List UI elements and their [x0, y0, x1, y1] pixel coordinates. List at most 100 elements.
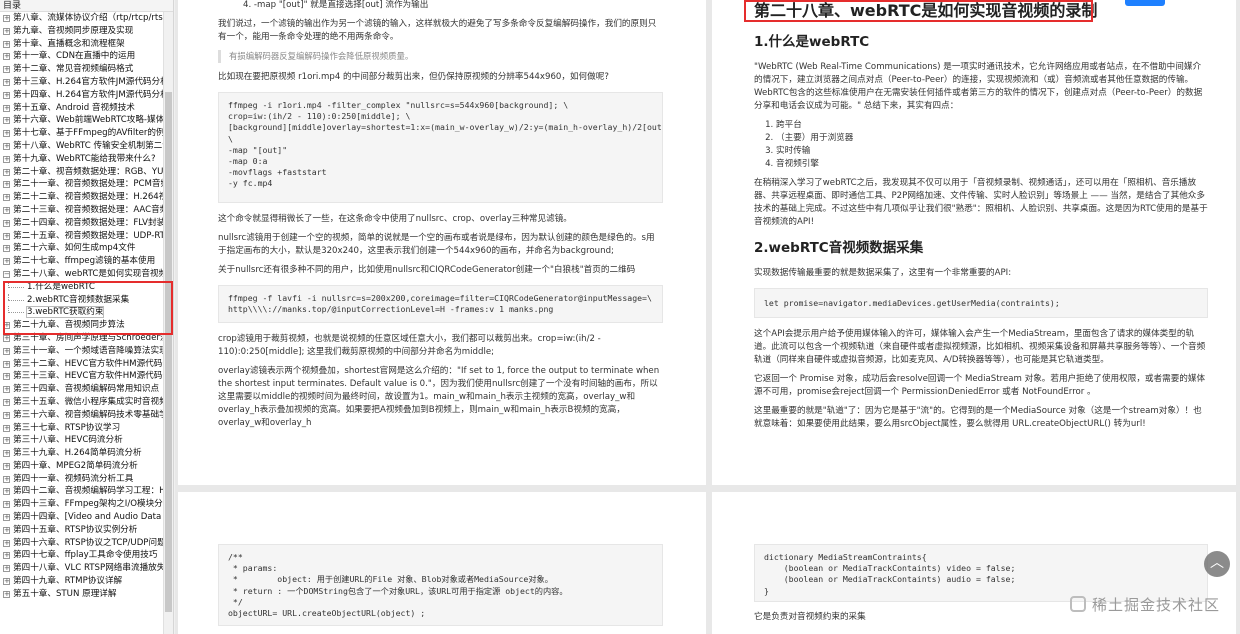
toc-item[interactable]: + 第三十九章、H.264简单码流分析	[0, 447, 163, 460]
expand-icon[interactable]: +	[3, 526, 10, 534]
expand-icon[interactable]: +	[3, 450, 10, 458]
toc-subitem[interactable]: 3.webRTC获取约束	[0, 306, 163, 319]
toc-item[interactable]: + 第四十章、MPEG2简单码流分析	[0, 460, 163, 473]
share-button[interactable]	[1125, 0, 1165, 6]
expand-icon[interactable]: +	[3, 117, 10, 125]
toc-item[interactable]: + 第二十一章、视音频数据处理：PCM音频	[0, 178, 163, 191]
toc-subitem[interactable]: 2.webRTC音视频数据采集	[0, 293, 163, 307]
toc-item[interactable]: + 第五十章、STUN 原理详解	[0, 588, 163, 601]
scroll-top-button[interactable]: ︿	[1204, 551, 1230, 577]
toc-item[interactable]: + 第八章、流媒体协议介绍（rtp/rtcp/rtsp/	[0, 12, 163, 25]
toc-item[interactable]: + 第十五章、Android 音视频技术	[0, 102, 163, 115]
toc-item[interactable]: + 第十章、直播概念和流程框架	[0, 38, 163, 51]
expand-icon[interactable]: +	[3, 334, 10, 342]
expand-icon[interactable]: +	[3, 194, 10, 202]
expand-icon[interactable]: +	[3, 411, 10, 419]
expand-icon[interactable]: +	[3, 206, 10, 214]
toc-item[interactable]: + 第四十一章、视频码流分析工具	[0, 473, 163, 486]
toc-item[interactable]: + 第四十三章、FFmpeg架构之I/O模块分析	[0, 498, 163, 511]
expand-icon[interactable]: +	[3, 475, 10, 483]
expand-icon[interactable]: +	[3, 322, 10, 330]
toc-item[interactable]: + 第二十五章、视音频数据处理：UDP-RTP	[0, 230, 163, 243]
expand-icon[interactable]: +	[3, 386, 10, 394]
list-item: （主要）用于浏览器	[776, 132, 1208, 145]
expand-icon[interactable]: +	[3, 347, 10, 355]
toc-item[interactable]: + 第三十二章、HEVC官方软件HM源代码分	[0, 358, 163, 371]
toc-item[interactable]: + 第三十七章、RTSP协议学习	[0, 422, 163, 435]
toc-item[interactable]: + 第十一章、CDN在直播中的运用	[0, 50, 163, 63]
expand-icon[interactable]: +	[3, 104, 10, 112]
toc-item[interactable]: + 第三十五章、微信小程序集成实时音视频	[0, 396, 163, 409]
toc-item[interactable]: + 第十四章、H.264官方软件JM源代码分析	[0, 89, 163, 102]
toc-item[interactable]: + 第三十章、房间声学原理与Schroeder混	[0, 332, 163, 345]
expand-icon[interactable]: +	[3, 462, 10, 470]
toc-item[interactable]: + 第三十四章、音视频编解码常用知识点	[0, 383, 163, 396]
expand-icon[interactable]: +	[3, 590, 10, 598]
expand-icon[interactable]: +	[3, 373, 10, 381]
expand-icon[interactable]: +	[3, 552, 10, 560]
expand-icon[interactable]: +	[3, 27, 10, 35]
expand-icon[interactable]: +	[3, 66, 10, 74]
title-highlight-box	[744, 0, 1093, 22]
toc-list: + 第八章、流媒体协议介绍（rtp/rtcp/rtsp/+ 第九章、音视频同步原理及…	[0, 12, 163, 601]
toc-item[interactable]: + 第二十九章、音视频同步算法	[0, 319, 163, 332]
toc-item[interactable]: + 第十六章、Web前端WebRTC攻略-媒体协	[0, 114, 163, 127]
toc-item[interactable]: + 第十二章、常见音视频编码格式	[0, 63, 163, 76]
toc-item[interactable]: − 第二十八章、webRTC是如何实现音视频	[0, 268, 163, 281]
expand-icon[interactable]: +	[3, 437, 10, 445]
expand-icon[interactable]: +	[3, 232, 10, 240]
expand-icon[interactable]: +	[3, 78, 10, 86]
toc-scrollbar-thumb[interactable]	[165, 92, 172, 612]
toc-item[interactable]: + 第三十一章、一个频域语音降噪算法实现	[0, 345, 163, 358]
expand-icon[interactable]: +	[3, 360, 10, 368]
toc-item[interactable]: + 第四十七章、ffplay工具命令使用技巧	[0, 549, 163, 562]
toc-item-label: 第四十二章、音视频编解码学习工程：H.2	[13, 486, 163, 497]
expand-icon[interactable]: +	[3, 245, 10, 253]
toc-item[interactable]: + 第二十二章、视音频数据处理：H.264视频	[0, 191, 163, 204]
expand-icon[interactable]: +	[3, 219, 10, 227]
expand-icon[interactable]: +	[3, 578, 10, 586]
toc-item[interactable]: + 第十九章、WebRTC能给我带来什么?	[0, 153, 163, 166]
toc-item[interactable]: + 第十八章、WebRTC 传输安全机制第二话	[0, 140, 163, 153]
toc-item[interactable]: + 第二十四章、视音频数据处理：FLV封装格	[0, 217, 163, 230]
toc-item[interactable]: + 第二十六章、如何生成mp4文件	[0, 242, 163, 255]
toc-item[interactable]: + 第二十三章、视音频数据处理：AAC音频	[0, 204, 163, 217]
expand-icon[interactable]: +	[3, 91, 10, 99]
expand-icon[interactable]: +	[3, 181, 10, 189]
toc-item-label: 第四十五章、RTSP协议实例分析	[13, 524, 138, 535]
expand-icon[interactable]: +	[3, 15, 10, 22]
expand-icon[interactable]: +	[3, 565, 10, 573]
toc-item[interactable]: + 第三十三章、HEVC官方软件HM源代码分	[0, 370, 163, 383]
toc-subitem[interactable]: 1.什么是webRTC	[0, 280, 163, 294]
toc-item[interactable]: + 第三十八章、HEVC码流分析	[0, 434, 163, 447]
toc-item-label: 第十一章、CDN在直播中的运用	[13, 51, 136, 62]
expand-icon[interactable]: +	[3, 501, 10, 509]
expand-icon[interactable]: +	[3, 130, 10, 138]
toc-item[interactable]: + 第三十六章、视音频编解码技术零基础学	[0, 409, 163, 422]
toc-item[interactable]: + 第二十七章、ffmpeg滤镜的基本使用	[0, 255, 163, 268]
expand-icon[interactable]: +	[3, 155, 10, 163]
expand-icon[interactable]: +	[3, 424, 10, 432]
toc-item-label: 第四十四章、[Video and Audio Data P	[13, 512, 163, 523]
toc-item[interactable]: + 第十三章、H.264官方软件JM源代码分析	[0, 76, 163, 89]
expand-icon[interactable]: +	[3, 488, 10, 496]
toc-item[interactable]: + 第四十二章、音视频编解码学习工程：H.2	[0, 485, 163, 498]
expand-icon[interactable]: +	[3, 398, 10, 406]
expand-icon[interactable]: +	[3, 539, 10, 547]
expand-icon[interactable]: +	[3, 53, 10, 61]
expand-icon[interactable]: +	[3, 142, 10, 150]
toc-item[interactable]: + 第四十九章、RTMP协议详解	[0, 575, 163, 588]
toc-item[interactable]: + 第四十五章、RTSP协议实例分析	[0, 524, 163, 537]
toc-item[interactable]: + 第四十四章、[Video and Audio Data P	[0, 511, 163, 524]
expand-icon[interactable]: +	[3, 514, 10, 522]
toc-scrollbar[interactable]	[163, 12, 173, 634]
toc-item[interactable]: + 第四十八章、VLC RTSP网络串流播放失败	[0, 562, 163, 575]
collapse-icon[interactable]: −	[3, 270, 10, 278]
expand-icon[interactable]: +	[3, 40, 10, 48]
toc-item[interactable]: + 第九章、音视频同步原理及实现	[0, 25, 163, 38]
expand-icon[interactable]: +	[3, 258, 10, 266]
toc-item[interactable]: + 第四十六章、RTSP协议之TCP/UDP问题	[0, 537, 163, 550]
toc-item[interactable]: + 第十七章、基于FFmpeg的AVfilter的例子	[0, 127, 163, 140]
expand-icon[interactable]: +	[3, 168, 10, 176]
toc-item[interactable]: + 第二十章、视音频数据处理：RGB、YUV	[0, 166, 163, 179]
